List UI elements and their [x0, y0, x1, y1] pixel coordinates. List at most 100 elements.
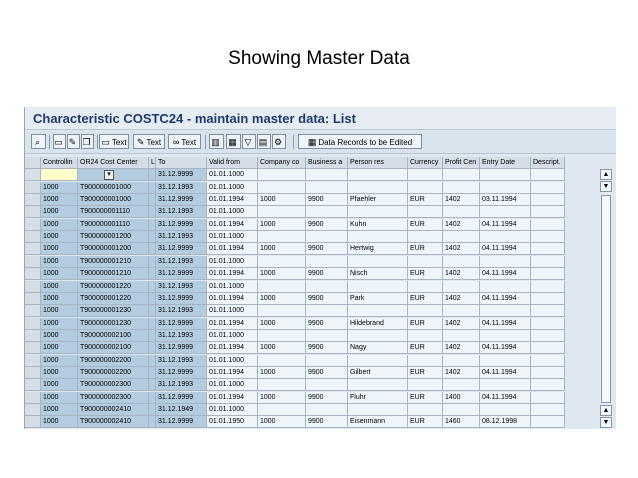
- table-cell[interactable]: 9900: [306, 318, 348, 330]
- row-selector[interactable]: [25, 169, 41, 181]
- row-selector[interactable]: [25, 293, 41, 305]
- table-cell[interactable]: 31.12.9999: [156, 318, 207, 330]
- table-cell[interactable]: [149, 182, 156, 194]
- table-cell[interactable]: 31.12.1993: [156, 330, 207, 342]
- table-cell[interactable]: [531, 379, 565, 391]
- table-cell[interactable]: [306, 404, 348, 416]
- table-cell[interactable]: 04.11.1994: [480, 392, 531, 404]
- row-selector[interactable]: [25, 392, 41, 404]
- table-cell[interactable]: 31.12.9999: [156, 367, 207, 379]
- table-cell[interactable]: [480, 231, 531, 243]
- table-cell[interactable]: 01.01.1000: [207, 330, 258, 342]
- table-cell[interactable]: 03.11.1994: [480, 194, 531, 206]
- toolbar-button-text-6[interactable]: ∞ Text: [168, 134, 201, 149]
- column-header[interactable]: To: [156, 157, 207, 169]
- table-cell[interactable]: 31.12.1993: [156, 281, 207, 293]
- table-cell[interactable]: [443, 169, 480, 181]
- table-cell[interactable]: [348, 281, 408, 293]
- toolbar-button-pencil-2[interactable]: ✎: [67, 134, 80, 149]
- table-cell[interactable]: 31.12.9999: [156, 293, 207, 305]
- table-cell[interactable]: [443, 330, 480, 342]
- table-cell[interactable]: [306, 281, 348, 293]
- table-cell[interactable]: T900000001200: [78, 231, 149, 243]
- column-header[interactable]: Valid from: [207, 157, 258, 169]
- row-selector[interactable]: [25, 194, 41, 206]
- table-cell[interactable]: [408, 404, 443, 416]
- table-cell[interactable]: [480, 256, 531, 268]
- table-cell[interactable]: 04.11.1994: [480, 342, 531, 354]
- table-cell[interactable]: [408, 281, 443, 293]
- table-cell[interactable]: 1000: [258, 318, 306, 330]
- table-cell[interactable]: 1402: [443, 342, 480, 354]
- table-cell[interactable]: T900000002300: [78, 379, 149, 391]
- table-cell[interactable]: [258, 182, 306, 194]
- toolbar-button-select-all-8[interactable]: ▦: [226, 134, 241, 149]
- table-cell[interactable]: 9900: [306, 367, 348, 379]
- table-cell[interactable]: [149, 194, 156, 206]
- column-header[interactable]: Company co: [258, 157, 306, 169]
- table-cell[interactable]: [480, 379, 531, 391]
- table-cell[interactable]: 1402: [443, 367, 480, 379]
- table-cell[interactable]: 04.11.1994: [480, 243, 531, 255]
- table-cell[interactable]: 1402: [443, 219, 480, 231]
- table-cell[interactable]: 1000: [41, 318, 78, 330]
- table-cell[interactable]: [258, 404, 306, 416]
- column-header[interactable]: Controllin: [41, 157, 78, 169]
- table-cell[interactable]: 01.01.1994: [207, 367, 258, 379]
- table-cell[interactable]: Park: [348, 293, 408, 305]
- table-cell[interactable]: [531, 318, 565, 330]
- table-cell[interactable]: 01.01.1994: [207, 243, 258, 255]
- table-cell[interactable]: 31.12.9999: [156, 169, 207, 181]
- table-cell[interactable]: 01.01.1000: [207, 379, 258, 391]
- table-cell[interactable]: 1000: [41, 404, 78, 416]
- column-header[interactable]: Descript.: [531, 157, 565, 169]
- table-cell[interactable]: [408, 305, 443, 317]
- toolbar-button-filter-9[interactable]: ▽: [242, 134, 256, 149]
- table-cell[interactable]: EUR: [408, 342, 443, 354]
- table-cell[interactable]: [306, 305, 348, 317]
- table-cell[interactable]: [306, 231, 348, 243]
- scroll-down-icon[interactable]: ▼: [600, 181, 612, 192]
- table-cell[interactable]: [348, 355, 408, 367]
- scroll-up-icon[interactable]: ▲: [600, 405, 612, 416]
- table-cell[interactable]: 01.01.1000: [207, 305, 258, 317]
- table-cell[interactable]: 9900: [306, 243, 348, 255]
- row-selector[interactable]: [25, 231, 41, 243]
- toolbar-button-data-records-to-be-edited-12[interactable]: ▦ Data Records to be Edited: [298, 134, 422, 149]
- table-cell[interactable]: 01.01.1994: [207, 219, 258, 231]
- table-cell[interactable]: [348, 206, 408, 218]
- table-cell[interactable]: [531, 243, 565, 255]
- table-cell[interactable]: [443, 231, 480, 243]
- table-cell[interactable]: [531, 219, 565, 231]
- table-cell[interactable]: [443, 404, 480, 416]
- table-cell[interactable]: 1000: [41, 182, 78, 194]
- table-cell[interactable]: T900000002410: [78, 404, 149, 416]
- table-cell[interactable]: 1402: [443, 293, 480, 305]
- table-cell[interactable]: Hildebrand: [348, 318, 408, 330]
- table-cell[interactable]: 04.11.1994: [480, 268, 531, 280]
- table-cell[interactable]: [149, 379, 156, 391]
- scroll-down-icon[interactable]: ▼: [600, 417, 612, 428]
- table-cell[interactable]: 1000: [258, 219, 306, 231]
- table-cell[interactable]: [149, 342, 156, 354]
- table-cell[interactable]: [443, 256, 480, 268]
- table-cell[interactable]: [480, 305, 531, 317]
- table-cell[interactable]: T900000001220: [78, 293, 149, 305]
- table-cell[interactable]: 01.01.1000: [207, 281, 258, 293]
- table-cell[interactable]: 1000: [41, 367, 78, 379]
- table-cell[interactable]: [258, 355, 306, 367]
- table-cell[interactable]: Pfaehler: [348, 194, 408, 206]
- table-cell[interactable]: 1000: [41, 355, 78, 367]
- table-cell[interactable]: 1000: [258, 342, 306, 354]
- table-cell[interactable]: 1000: [258, 416, 306, 428]
- table-cell[interactable]: [531, 256, 565, 268]
- table-cell[interactable]: 1000: [258, 194, 306, 206]
- table-cell[interactable]: [531, 169, 565, 181]
- table-cell[interactable]: [408, 355, 443, 367]
- table-cell[interactable]: [258, 169, 306, 181]
- table-cell[interactable]: T900000001230: [78, 318, 149, 330]
- table-cell[interactable]: 31.12.9999: [156, 219, 207, 231]
- table-cell[interactable]: 9900: [306, 194, 348, 206]
- table-cell[interactable]: EUR: [408, 243, 443, 255]
- table-cell[interactable]: Kuhn: [348, 219, 408, 231]
